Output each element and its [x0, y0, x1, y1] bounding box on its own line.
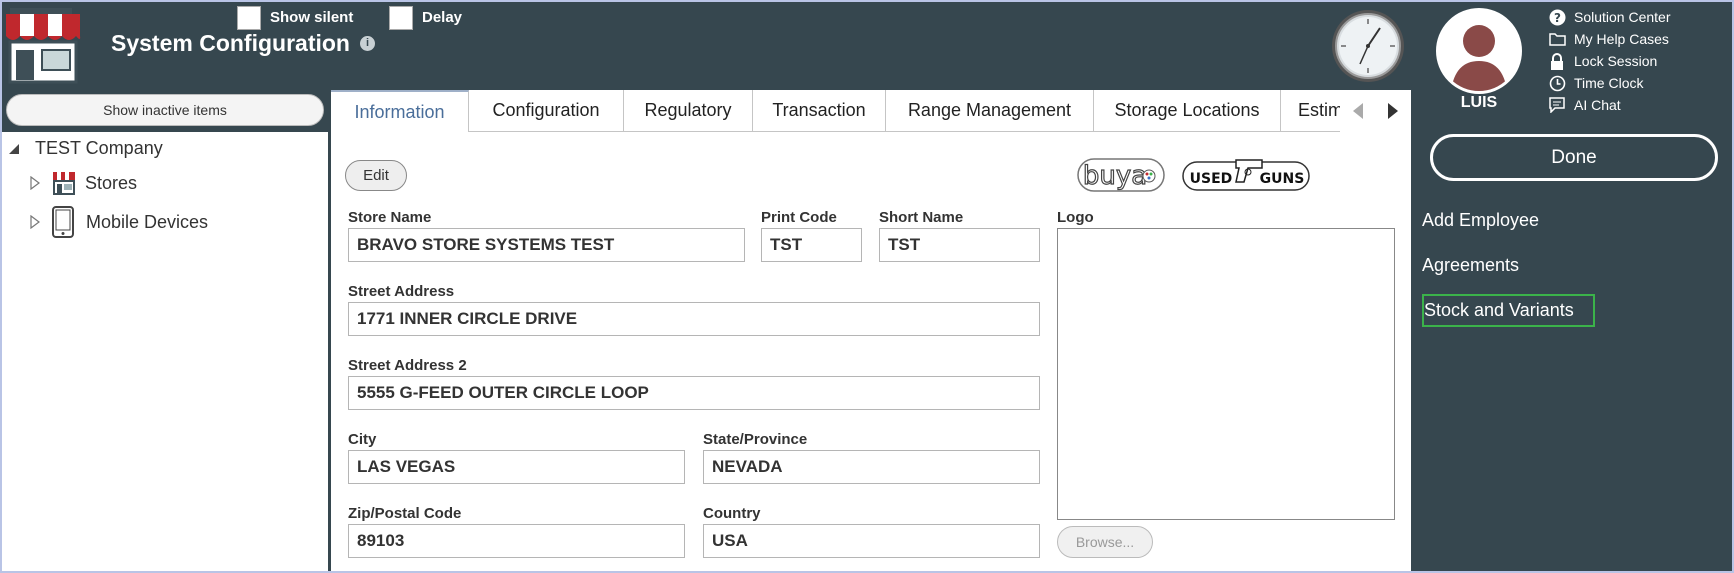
- country-label: Country: [703, 505, 761, 522]
- state-label: State/Province: [703, 431, 808, 448]
- store-name-label: Store Name: [348, 209, 432, 226]
- country-field[interactable]: USA: [703, 524, 1040, 558]
- time-clock-link[interactable]: Time Clock: [1548, 72, 1671, 94]
- street-address-2-label: Street Address 2: [348, 357, 467, 374]
- street-address-field[interactable]: 1771 INNER CIRCLE DRIVE: [348, 302, 1040, 336]
- user-silhouette-icon: [1451, 25, 1507, 91]
- page-title: System Configuration: [111, 30, 350, 56]
- question-circle-icon: ?: [1548, 8, 1566, 26]
- zip-label: Zip/Postal Code: [348, 505, 462, 522]
- short-name-field[interactable]: TST: [879, 228, 1040, 262]
- tree-item-stores[interactable]: Stores: [30, 170, 137, 196]
- svg-text:USED: USED: [1190, 171, 1233, 187]
- tree-item-label: Mobile Devices: [86, 211, 209, 232]
- agreements-link[interactable]: Agreements: [1422, 251, 1519, 280]
- browse-button[interactable]: Browse...: [1057, 526, 1153, 558]
- chat-icon: [1548, 96, 1566, 114]
- store-icon: [53, 172, 75, 195]
- street-address-label: Street Address: [348, 283, 455, 300]
- tab-bar: Information Configuration Regulatory Tra…: [331, 90, 1411, 132]
- mobile-device-icon: [52, 206, 74, 238]
- lock-icon: [1548, 52, 1566, 70]
- info-icon[interactable]: i: [360, 36, 375, 51]
- add-employee-link[interactable]: Add Employee: [1422, 206, 1539, 235]
- tab-configuration[interactable]: Configuration: [469, 90, 624, 132]
- help-links: ? Solution Center My Help Cases Lock Ses…: [1548, 6, 1671, 116]
- tab-information[interactable]: Information: [331, 90, 469, 132]
- expanded-triangle-icon[interactable]: [8, 143, 20, 155]
- logo-label: Logo: [1057, 209, 1094, 226]
- edit-button[interactable]: Edit: [345, 160, 407, 191]
- tab-range-management[interactable]: Range Management: [886, 90, 1094, 132]
- svg-text:?: ?: [1554, 11, 1561, 25]
- delay-checkbox[interactable]: [389, 6, 413, 30]
- show-inactive-items-button[interactable]: Show inactive items: [6, 94, 324, 126]
- lock-session-link[interactable]: Lock Session: [1548, 50, 1671, 72]
- state-field[interactable]: NEVADA: [703, 450, 1040, 484]
- print-code-label: Print Code: [761, 209, 837, 226]
- collapsed-triangle-icon[interactable]: [30, 176, 40, 190]
- zip-field[interactable]: 89103: [348, 524, 685, 558]
- short-name-label: Short Name: [879, 209, 964, 226]
- my-help-cases-link[interactable]: My Help Cases: [1548, 28, 1671, 50]
- ai-chat-link[interactable]: AI Chat: [1548, 94, 1671, 116]
- city-label: City: [348, 431, 377, 448]
- clock-icon: [1548, 74, 1566, 92]
- user-name: LUIS: [1460, 94, 1498, 111]
- clock-icon: [1332, 10, 1404, 82]
- solution-center-link[interactable]: ? Solution Center: [1548, 6, 1671, 28]
- logo-image-box[interactable]: [1057, 228, 1395, 520]
- tree-item-label: Stores: [85, 172, 138, 193]
- store-name-field[interactable]: BRAVO STORE SYSTEMS TEST: [348, 228, 745, 262]
- tab-storage-locations[interactable]: Storage Locations: [1094, 90, 1281, 132]
- tab-scroll-arrows: [1340, 90, 1411, 132]
- show-silent-checkbox[interactable]: [237, 6, 261, 30]
- tree-item-mobile-devices[interactable]: Mobile Devices: [30, 206, 208, 238]
- svg-text:buya: buya: [1083, 161, 1147, 191]
- tree-root-label: TEST Company: [35, 138, 163, 158]
- tab-scroll-right-icon[interactable]: [1388, 103, 1399, 119]
- show-silent-label: Show silent: [270, 9, 354, 26]
- tree-root[interactable]: TEST Company: [8, 138, 163, 159]
- tab-scroll-left-icon[interactable]: [1352, 103, 1363, 119]
- street-address-2-field[interactable]: 5555 G-FEED OUTER CIRCLE LOOP: [348, 376, 1040, 410]
- store-logo-icon: [6, 8, 81, 84]
- used-guns-logo: USED GUNS: [1182, 159, 1310, 191]
- collapsed-triangle-icon[interactable]: [30, 215, 40, 229]
- delay-label: Delay: [422, 9, 463, 26]
- tree-panel: TEST Company Stores Mobile Devices: [2, 132, 328, 573]
- buya-logo: buya: [1077, 158, 1165, 192]
- print-code-field[interactable]: TST: [761, 228, 862, 262]
- tab-transaction[interactable]: Transaction: [753, 90, 886, 132]
- tab-estimates[interactable]: Estim: [1281, 90, 1341, 132]
- tab-regulatory[interactable]: Regulatory: [624, 90, 753, 132]
- city-field[interactable]: LAS VEGAS: [348, 450, 685, 484]
- done-button[interactable]: Done: [1430, 134, 1718, 181]
- folder-icon: [1548, 30, 1566, 48]
- stock-and-variants-link[interactable]: Stock and Variants: [1422, 294, 1595, 327]
- svg-text:GUNS: GUNS: [1260, 171, 1305, 187]
- avatar[interactable]: [1436, 8, 1522, 94]
